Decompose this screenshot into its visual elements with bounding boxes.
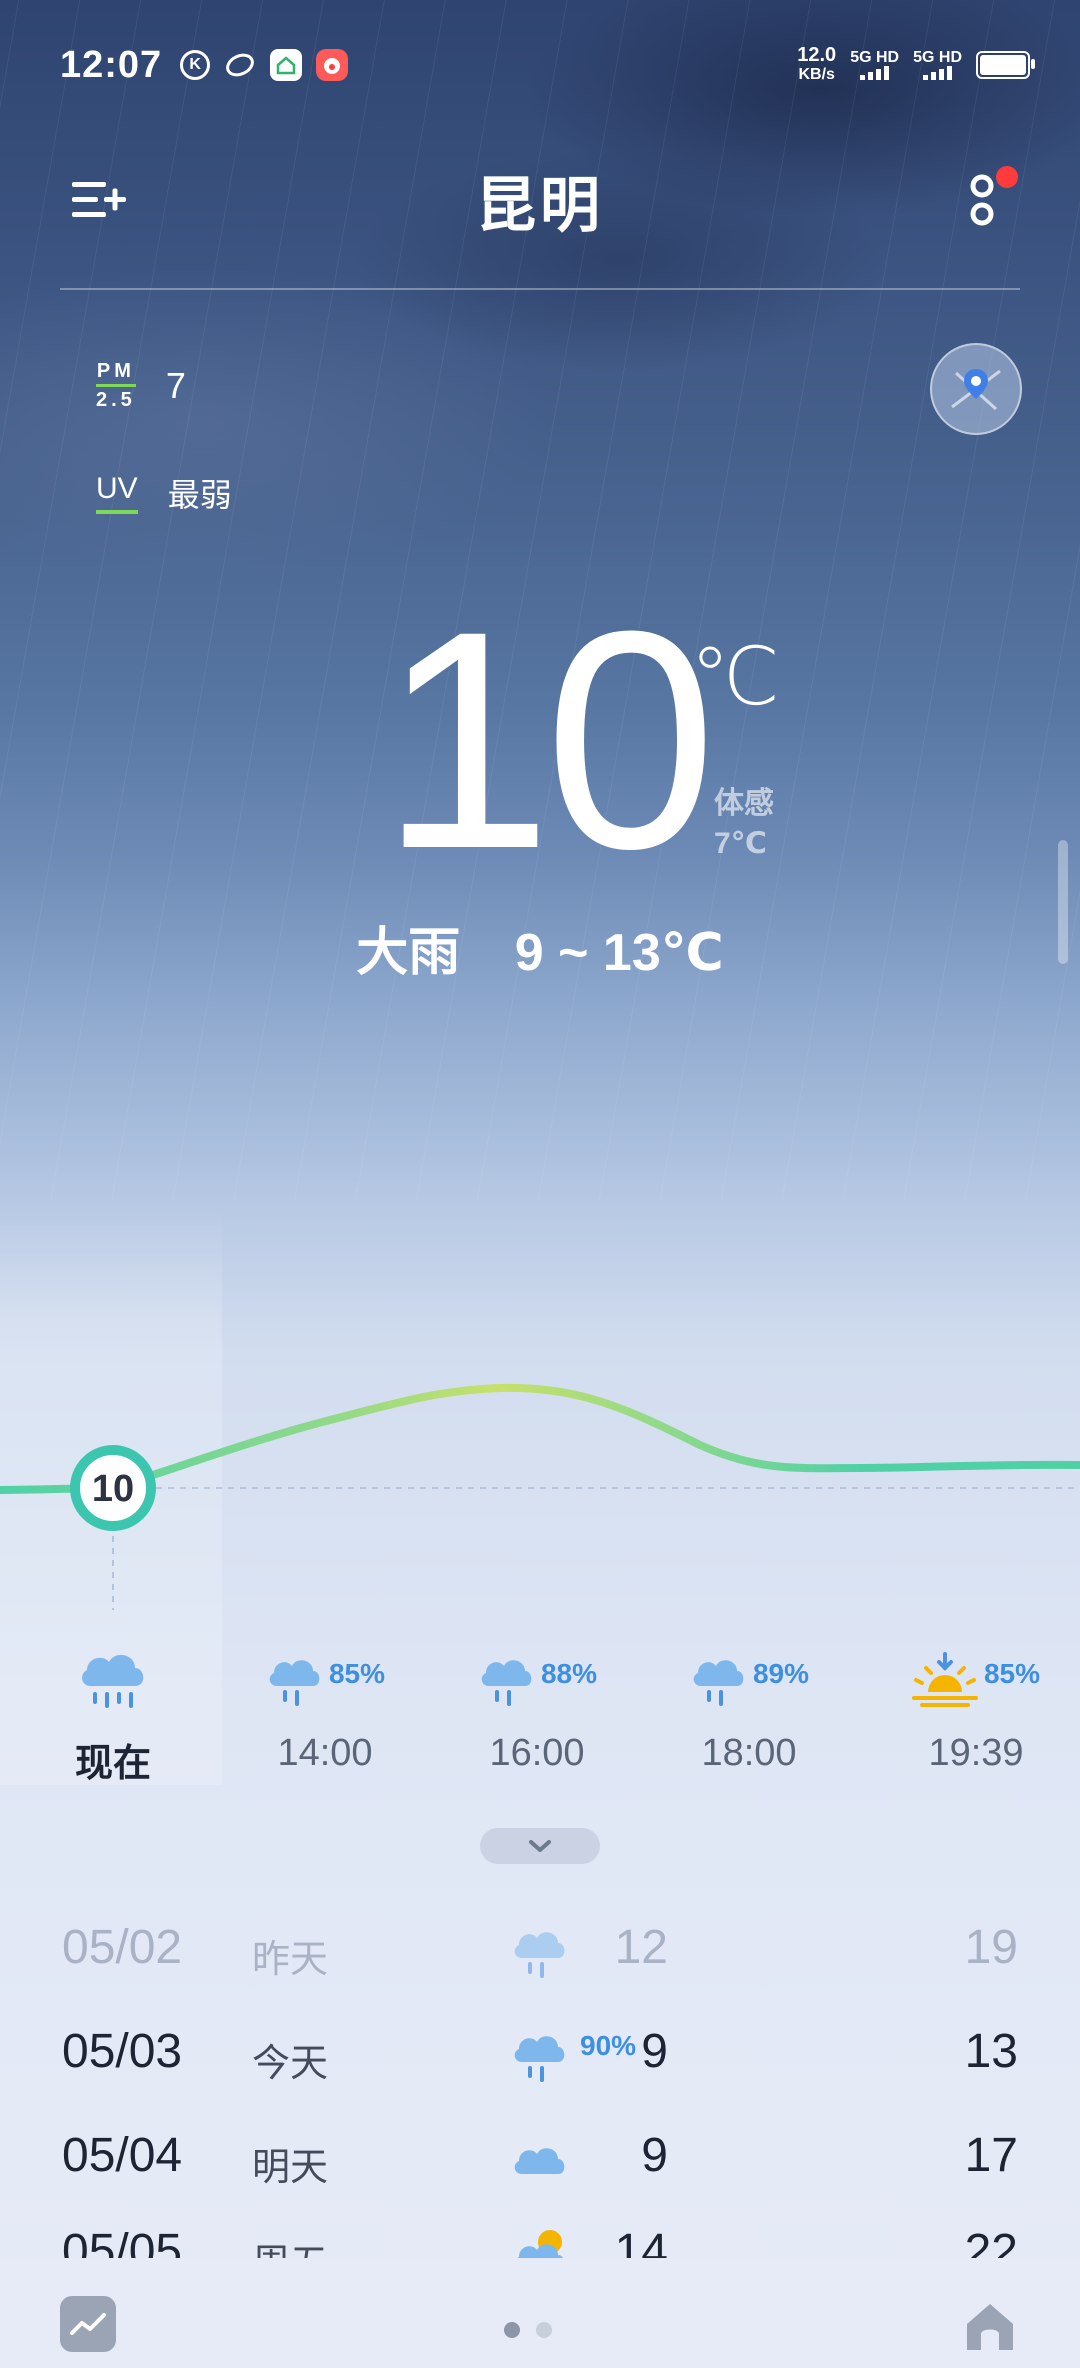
scroll-indicator: [1058, 840, 1068, 964]
pm25-value: 7: [165, 364, 186, 406]
trend-button[interactable]: [60, 2296, 116, 2352]
hourly-time: 18:00: [701, 1732, 797, 1774]
home-button[interactable]: [960, 2296, 1020, 2356]
precip-chance: 85%: [328, 1658, 386, 1689]
hourly-time: 现在: [74, 1743, 151, 1785]
sunset-icon: [911, 1652, 978, 1707]
hourly-item[interactable]: 85% 14:00: [260, 1640, 390, 1775]
precip-chance: 89%: [752, 1658, 810, 1689]
link-app-icon: [224, 49, 256, 81]
daily-date: 05/04: [62, 2129, 183, 2182]
daily-low: 12: [614, 1921, 668, 1974]
city-title[interactable]: 昆明: [476, 157, 604, 244]
more-options-button[interactable]: [964, 166, 1018, 230]
daily-high: 17: [964, 2129, 1018, 2182]
pm25-label: PM 2.5: [96, 360, 136, 411]
notification-icons: K: [180, 49, 349, 81]
hourly-temperature-curve: 10: [0, 1383, 1080, 1610]
sim2-signal: 5G HD: [913, 50, 962, 80]
net-speed: 12.0 KB/s: [797, 45, 836, 85]
sim1-signal: 5G HD: [850, 50, 899, 80]
map-pin-icon: [951, 369, 1001, 411]
page-indicator: [504, 2322, 552, 2338]
condition-summary: 大雨 9 ~ 13℃: [0, 910, 1080, 985]
feels-like-label: 体感: [714, 787, 774, 820]
cloudy-icon: [514, 2148, 565, 2174]
hourly-item[interactable]: 88% 16:00: [472, 1640, 602, 1775]
uv-indicator[interactable]: UV 最弱: [96, 470, 232, 516]
now-temp-label: 10: [92, 1468, 134, 1510]
temperature-unit: ℃: [690, 632, 780, 721]
city-manage-button[interactable]: [70, 178, 130, 222]
temperature-range: 9 ~ 13℃: [514, 924, 724, 982]
map-button[interactable]: [930, 343, 1022, 435]
rain-icon: [514, 2036, 565, 2082]
sim2-label: 5G HD: [913, 49, 962, 66]
daily-name: 明天: [252, 2147, 329, 2189]
chevron-down-icon: [529, 1840, 551, 1852]
hourly-forecast[interactable]: 现在 85% 14:00 88% 16:00 89% 18:00 85% 19:…: [0, 1640, 1080, 1800]
clown-app-icon: [316, 49, 349, 81]
hourly-item-now[interactable]: 现在: [42, 1640, 184, 1787]
rain-icon: [514, 1932, 565, 1978]
page-dot-active: [504, 2322, 520, 2338]
pm-label-bottom: 2.5: [96, 389, 136, 411]
daily-row-today[interactable]: 05/03 今天 90% 9 13: [0, 2004, 1080, 2104]
battery-icon: [976, 51, 1035, 79]
precip-chance: 85%: [983, 1658, 1041, 1689]
expand-button[interactable]: [480, 1828, 600, 1864]
heavy-rain-icon: [82, 1654, 144, 1708]
daily-name: 昨天: [252, 1939, 329, 1981]
bottom-bar: [0, 2258, 1080, 2368]
hourly-item[interactable]: 89% 18:00: [684, 1640, 814, 1775]
home-icon: [967, 2304, 1013, 2350]
page-dot: [536, 2322, 552, 2338]
status-bar: 12:07 K 12.0 KB/s 5G HD 5G HD: [60, 40, 1035, 90]
pm25-indicator[interactable]: PM 2.5 7: [96, 360, 186, 411]
menu-add-icon: [72, 182, 126, 217]
daily-high: 19: [964, 1921, 1018, 1974]
more-vertical-icon: [970, 174, 994, 226]
pm-label-top: PM: [96, 360, 135, 382]
rain-icon: [693, 1660, 744, 1706]
hourly-time: 14:00: [277, 1732, 373, 1774]
rain-icon: [481, 1660, 532, 1706]
header-divider: [60, 288, 1020, 290]
feels-like: 体感 7℃: [714, 784, 774, 864]
sim1-label: 5G HD: [850, 49, 900, 66]
daily-name: 今天: [252, 2043, 329, 2085]
clock: 12:07: [60, 43, 163, 86]
uv-label: UV: [96, 472, 138, 514]
current-temperature: 10: [380, 566, 717, 913]
net-speed-value: 12.0: [797, 44, 837, 66]
daily-high: 13: [964, 2025, 1018, 2078]
house-app-icon: [270, 49, 303, 81]
daily-date: 05/03: [62, 2025, 183, 2078]
temp-curve: [0, 1383, 1080, 1494]
notification-dot: [996, 166, 1018, 188]
k-app-icon: K: [180, 50, 211, 80]
daily-low: 9: [641, 2025, 668, 2078]
trend-chart-icon: [70, 2313, 106, 2335]
rain-icon: [269, 1660, 320, 1706]
net-speed-unit: KB/s: [798, 66, 835, 83]
daily-low: 9: [641, 2129, 668, 2182]
uv-value: 最弱: [167, 477, 232, 513]
signal-bars-icon: [913, 66, 962, 80]
precip-chance: 88%: [540, 1658, 598, 1689]
signal-bars-icon: [850, 66, 899, 80]
app-header: 昆明: [60, 150, 1020, 250]
condition-text: 大雨: [356, 924, 461, 982]
daily-date: 05/02: [62, 1921, 183, 1974]
daily-row-yesterday[interactable]: 05/02 昨天 12 19: [0, 1900, 1080, 2000]
hourly-time: 16:00: [489, 1732, 585, 1774]
feels-like-value: 7℃: [714, 827, 768, 860]
daily-row-tomorrow[interactable]: 05/04 明天 9 17: [0, 2108, 1080, 2208]
hourly-time: 19:39: [928, 1732, 1024, 1774]
hourly-item[interactable]: 85% 19:39: [896, 1640, 1056, 1775]
